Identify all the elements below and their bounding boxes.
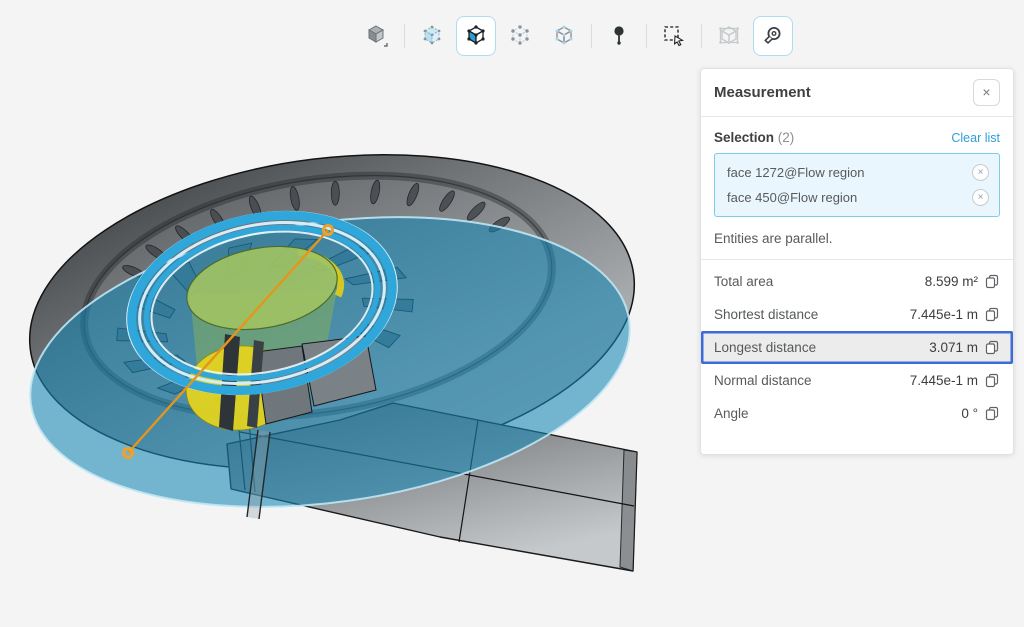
- flow-region-model: [0, 0, 700, 627]
- selection-item-label: face 1272@Flow region: [727, 165, 972, 180]
- tool-measure-tape[interactable]: [753, 16, 793, 56]
- measurement-value: 8.599 m²: [925, 274, 978, 289]
- measurement-row-total-area[interactable]: Total area 8.599 m²: [701, 265, 1013, 298]
- toolbar-separator: [701, 24, 702, 48]
- copy-icon[interactable]: [985, 406, 1000, 422]
- tool-vertex-select[interactable]: [500, 16, 540, 56]
- list-item[interactable]: face 450@Flow region ×: [715, 185, 999, 210]
- edge-select-icon: [551, 23, 577, 49]
- measurement-value: 0 °: [961, 406, 978, 421]
- measurement-label: Normal distance: [714, 373, 910, 388]
- remove-item-icon[interactable]: ×: [972, 189, 989, 206]
- tool-body-select[interactable]: [412, 16, 452, 56]
- tool-solid-view-cube[interactable]: [357, 16, 397, 56]
- selection-label-text: Selection: [714, 130, 774, 145]
- copy-icon[interactable]: [985, 307, 1000, 323]
- toolbar-separator: [591, 24, 592, 48]
- app-window: Measurement × Selection (2) Clear list f…: [0, 0, 1024, 627]
- tool-face-select[interactable]: [456, 16, 496, 56]
- tool-probe-point[interactable]: [599, 16, 639, 56]
- measurement-row-longest-distance[interactable]: Longest distance 3.071 m: [701, 331, 1013, 364]
- tool-box-select[interactable]: [654, 16, 694, 56]
- vertex-select-icon: [507, 23, 533, 49]
- measurement-row-shortest-distance[interactable]: Shortest distance 7.445e-1 m: [701, 298, 1013, 331]
- assembly-select-icon: [716, 23, 742, 49]
- selection-item-label: face 450@Flow region: [727, 190, 972, 205]
- probe-point-icon: [606, 23, 632, 49]
- box-select-icon: [661, 23, 687, 49]
- copy-icon[interactable]: [985, 373, 1000, 389]
- measurement-row-normal-distance[interactable]: Normal distance 7.445e-1 m: [701, 364, 1013, 397]
- list-item[interactable]: face 1272@Flow region ×: [715, 160, 999, 185]
- selection-label: Selection (2): [714, 130, 794, 145]
- solid-cube-icon: [364, 23, 390, 49]
- panel-title: Measurement: [714, 84, 811, 101]
- parallel-note: Entities are parallel.: [714, 231, 1000, 246]
- close-icon[interactable]: ×: [973, 79, 1000, 106]
- measurement-label: Angle: [714, 406, 961, 421]
- view-toolbar: [357, 15, 793, 57]
- 3d-viewport[interactable]: [0, 0, 700, 627]
- measurement-value: 7.445e-1 m: [910, 373, 978, 388]
- measure-tape-icon: [760, 23, 786, 49]
- toolbar-separator: [646, 24, 647, 48]
- measurement-row-angle[interactable]: Angle 0 °: [701, 397, 1013, 430]
- selection-section: Selection (2) Clear list face 1272@Flow …: [701, 117, 1013, 259]
- measurement-panel: Measurement × Selection (2) Clear list f…: [700, 68, 1014, 455]
- copy-icon[interactable]: [985, 340, 1000, 356]
- panel-header: Measurement ×: [701, 69, 1013, 116]
- copy-icon[interactable]: [985, 274, 1000, 290]
- measurement-label: Shortest distance: [714, 307, 910, 322]
- toolbar-separator: [404, 24, 405, 48]
- tool-edge-select[interactable]: [544, 16, 584, 56]
- clear-list-link[interactable]: Clear list: [951, 131, 1000, 145]
- selection-list: face 1272@Flow region × face 450@Flow re…: [714, 153, 1000, 217]
- selection-count: (2): [778, 130, 795, 145]
- measurement-label: Total area: [714, 274, 925, 289]
- measurement-value: 7.445e-1 m: [910, 307, 978, 322]
- body-select-icon: [419, 23, 445, 49]
- measurement-label: Longest distance: [714, 340, 929, 355]
- tool-assembly-select[interactable]: [709, 16, 749, 56]
- measurement-value: 3.071 m: [929, 340, 978, 355]
- remove-item-icon[interactable]: ×: [972, 164, 989, 181]
- face-select-icon: [463, 23, 489, 49]
- measurement-rows: Total area 8.599 m² Shortest distance 7.…: [701, 260, 1013, 435]
